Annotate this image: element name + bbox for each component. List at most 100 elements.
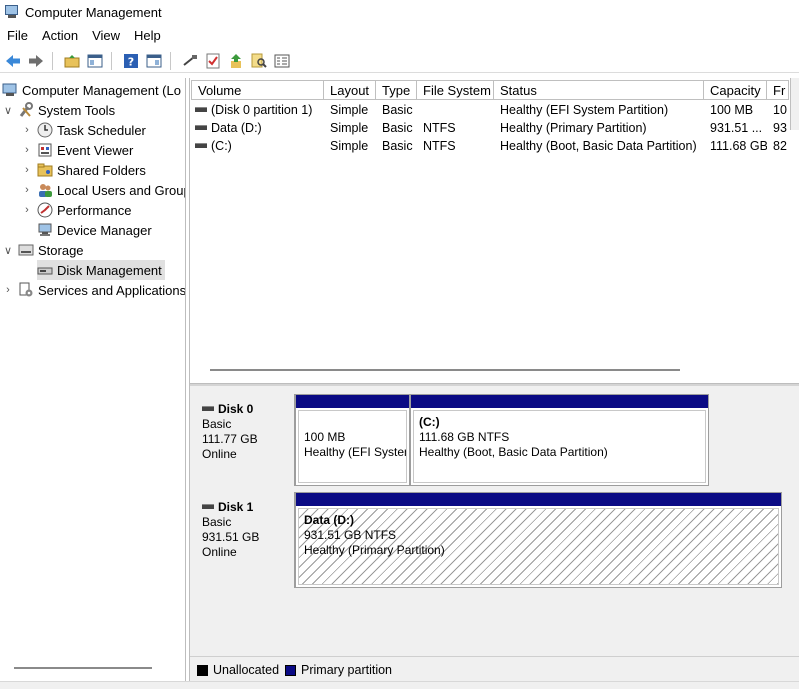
- chevron-right-icon[interactable]: ›: [21, 184, 33, 196]
- disk-management-pane: Volume Layout Type File System Status Ca…: [189, 78, 799, 689]
- menu-file[interactable]: File: [0, 26, 35, 46]
- chevron-down-icon[interactable]: ∨: [2, 104, 14, 117]
- tree-item-disk-management[interactable]: Disk Management: [0, 260, 185, 280]
- legend-swatch: [285, 664, 297, 676]
- column-volume[interactable]: Volume: [191, 80, 324, 100]
- chevron-right-icon[interactable]: ›: [2, 284, 14, 296]
- tree-item-task-scheduler[interactable]: › Task Scheduler: [0, 120, 185, 140]
- column-layout[interactable]: Layout: [324, 80, 376, 100]
- legend: Unallocated Primary partition: [190, 656, 799, 683]
- tree-item-device-manager[interactable]: Device Manager: [0, 220, 185, 240]
- legend-swatch: [197, 664, 208, 676]
- column-free[interactable]: Fr: [767, 80, 789, 100]
- toolbar: ?: [0, 49, 799, 73]
- menu-help[interactable]: Help: [127, 26, 168, 46]
- check-icon[interactable]: [203, 51, 223, 71]
- shared-folder-icon: [37, 162, 53, 178]
- tree-item-services[interactable]: › Services and Applications: [0, 280, 186, 300]
- tree-item-local-users[interactable]: › Local Users and Group: [0, 180, 186, 200]
- tree-label: Computer Management (Lo: [22, 82, 181, 98]
- tree-item-performance[interactable]: › Performance: [0, 200, 185, 220]
- search-icon[interactable]: [249, 51, 269, 71]
- disk-graphical-view: Disk 0 Basic 111.77 GB Online 100 MB Hea…: [190, 386, 799, 689]
- chevron-right-icon[interactable]: ›: [21, 204, 33, 216]
- partition-name: (C:): [419, 415, 440, 429]
- computer-management-icon: [4, 5, 20, 19]
- disk-1-info[interactable]: Disk 1 Basic 931.51 GB Online: [193, 492, 295, 588]
- chevron-right-icon[interactable]: ›: [21, 144, 33, 156]
- menu-view[interactable]: View: [85, 26, 127, 46]
- tree-item-storage[interactable]: ∨ Storage: [0, 240, 185, 260]
- volume-row[interactable]: (Disk 0 partition 1) Simple Basic Health…: [191, 101, 789, 119]
- disk-0-type: Basic: [202, 417, 232, 431]
- drive-icon: [195, 125, 207, 131]
- disk-1-name: Disk 1: [218, 500, 254, 514]
- disk-1-size: 931.51 GB: [202, 530, 260, 544]
- tree-label: Device Manager: [57, 222, 152, 238]
- column-file-system[interactable]: File System: [417, 80, 494, 100]
- volume-list-header: Volume Layout Type File System Status Ca…: [191, 80, 789, 100]
- event-viewer-icon: [37, 142, 53, 158]
- tree-label: Shared Folders: [57, 162, 146, 178]
- connect-icon[interactable]: [180, 51, 200, 71]
- tree-item-computer-management[interactable]: Computer Management (Lo: [0, 80, 185, 100]
- volume-row[interactable]: Data (D:) Simple Basic NTFS Healthy (Pri…: [191, 119, 789, 137]
- tree-label: System Tools: [38, 102, 116, 118]
- partition-efi[interactable]: 100 MB Healthy (EFI System Partition): [295, 394, 410, 486]
- clock-icon: [37, 122, 53, 138]
- computer-management-icon: [2, 82, 18, 98]
- back-icon[interactable]: [3, 51, 23, 71]
- disk-1-state: Online: [202, 545, 237, 559]
- disk-management-icon: [37, 262, 53, 278]
- column-status[interactable]: Status: [494, 80, 704, 100]
- disk-0-info[interactable]: Disk 0 Basic 111.77 GB Online: [193, 394, 295, 486]
- show-hide-tree-icon[interactable]: [85, 51, 105, 71]
- horizontal-scrollbar[interactable]: [14, 667, 152, 669]
- help-icon[interactable]: ?: [121, 51, 141, 71]
- tree-label: Storage: [38, 242, 84, 258]
- forward-icon[interactable]: [26, 51, 46, 71]
- chevron-right-icon[interactable]: ›: [21, 124, 33, 136]
- drive-icon: [195, 143, 207, 149]
- actions-pane-edge: [790, 78, 799, 130]
- chevron-right-icon[interactable]: ›: [21, 164, 33, 176]
- import-icon[interactable]: [226, 51, 246, 71]
- tree-label: Task Scheduler: [57, 122, 146, 138]
- volume-list-horizontal-scrollbar[interactable]: [210, 369, 680, 371]
- column-type[interactable]: Type: [376, 80, 417, 100]
- window-title: Computer Management: [25, 4, 162, 20]
- services-icon: [18, 282, 34, 298]
- tree-item-shared-folders[interactable]: › Shared Folders: [0, 160, 185, 180]
- partition-size: 931.51 GB NTFS: [304, 528, 397, 542]
- disk-0-size: 111.77 GB: [202, 432, 258, 446]
- tree-item-system-tools[interactable]: ∨ System Tools: [0, 100, 185, 120]
- svg-text:?: ?: [128, 55, 134, 68]
- partition-d[interactable]: Data (D:) 931.51 GB NTFS Healthy (Primar…: [295, 492, 782, 588]
- tree-label: Disk Management: [57, 262, 162, 278]
- menu-bar: File Action View Help: [0, 26, 168, 46]
- status-bar: [0, 681, 799, 689]
- properties-icon[interactable]: [272, 51, 292, 71]
- partition-c[interactable]: (C:) 111.68 GB NTFS Healthy (Boot, Basic…: [410, 394, 709, 486]
- device-manager-icon: [37, 222, 53, 238]
- partition-status: Healthy (Boot, Basic Data Partition): [419, 445, 608, 459]
- legend-primary: Primary partition: [285, 663, 392, 677]
- column-capacity[interactable]: Capacity: [704, 80, 767, 100]
- tree-label: Services and Applications: [38, 282, 186, 298]
- performance-icon: [37, 202, 53, 218]
- tree-item-event-viewer[interactable]: › Event Viewer: [0, 140, 185, 160]
- show-hide-action-icon[interactable]: [144, 51, 164, 71]
- disk-icon: [202, 504, 214, 509]
- partition-status: Healthy (Primary Partition): [304, 543, 445, 557]
- volume-row[interactable]: (C:) Simple Basic NTFS Healthy (Boot, Ba…: [191, 137, 789, 155]
- chevron-down-icon[interactable]: ∨: [2, 244, 14, 257]
- menu-action[interactable]: Action: [35, 26, 85, 46]
- legend-unallocated: Unallocated: [197, 663, 279, 677]
- console-tree: Computer Management (Lo ∨ System Tools ›…: [0, 78, 186, 689]
- up-folder-icon[interactable]: [62, 51, 82, 71]
- storage-icon: [18, 242, 34, 258]
- partition-status: Healthy (EFI System Partition): [304, 445, 406, 459]
- tree-label: Local Users and Group: [57, 182, 186, 198]
- partition-size: 111.68 GB NTFS: [419, 430, 510, 444]
- tree-label: Event Viewer: [57, 142, 134, 158]
